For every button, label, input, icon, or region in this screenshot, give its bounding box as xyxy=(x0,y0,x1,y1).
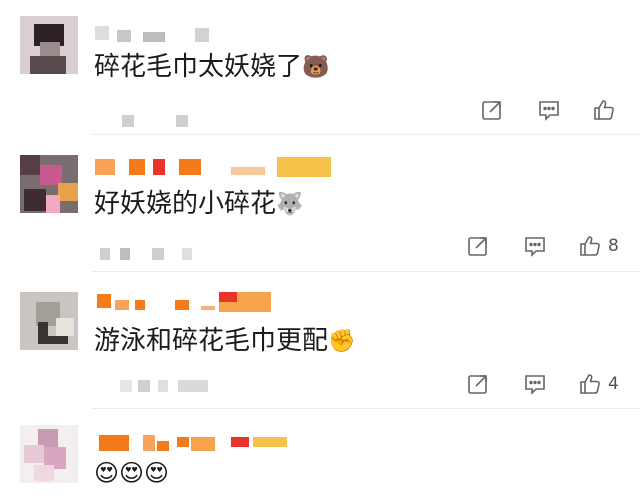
comment-item: 游泳和碎花毛巾更配✊ 4 xyxy=(0,272,640,409)
comment-text: 碎花毛巾太妖娆了🐻 xyxy=(94,50,329,85)
thumbs-up-icon xyxy=(580,374,600,394)
avatar[interactable] xyxy=(20,425,78,483)
like-button[interactable] xyxy=(592,95,622,125)
like-button[interactable]: 4 xyxy=(578,369,619,399)
comment-icon xyxy=(525,375,545,395)
share-button[interactable] xyxy=(480,95,504,125)
comment-item: 😍😍😍 xyxy=(0,409,640,495)
comment-text: 游泳和碎花毛巾更配✊ xyxy=(94,324,355,359)
share-button[interactable] xyxy=(466,369,490,399)
share-icon xyxy=(482,101,501,120)
reply-button[interactable] xyxy=(523,231,547,261)
emoji-icon: ✊ xyxy=(328,328,356,354)
comment-body: 好妖娆的小碎花 xyxy=(94,189,277,219)
comment-body: 游泳和碎花毛巾更配 xyxy=(94,326,329,356)
like-count: 8 xyxy=(608,236,619,256)
comment-body: 碎花毛巾太妖娆了 xyxy=(94,52,303,82)
comment-text: 好妖娆的小碎花🐺 xyxy=(94,187,303,222)
share-icon xyxy=(468,237,487,256)
comment-actions xyxy=(480,95,630,125)
emoji-icon: 🐻 xyxy=(302,54,330,80)
thumbs-up-icon xyxy=(594,100,614,120)
share-icon xyxy=(468,375,487,394)
comment-item: 好妖娆的小碎花🐺 8 xyxy=(0,135,640,272)
comment-icon xyxy=(539,101,559,121)
avatar[interactable] xyxy=(20,16,78,74)
comment-icon xyxy=(525,237,545,257)
thumbs-up-icon xyxy=(580,236,600,256)
like-button[interactable]: 8 xyxy=(578,231,619,261)
emoji-icon: 😍😍😍 xyxy=(94,458,170,487)
share-button[interactable] xyxy=(466,231,490,261)
comment-actions: 4 xyxy=(466,369,636,399)
avatar[interactable] xyxy=(20,292,78,350)
comment-text: 😍😍😍 xyxy=(94,455,169,490)
reply-button[interactable] xyxy=(523,369,547,399)
like-count: 4 xyxy=(608,374,619,394)
comment-actions: 8 xyxy=(466,231,636,261)
comment-item: 碎花毛巾太妖娆了🐻 xyxy=(0,0,640,135)
emoji-icon: 🐺 xyxy=(276,191,304,217)
reply-button[interactable] xyxy=(537,95,561,125)
avatar[interactable] xyxy=(20,155,78,213)
